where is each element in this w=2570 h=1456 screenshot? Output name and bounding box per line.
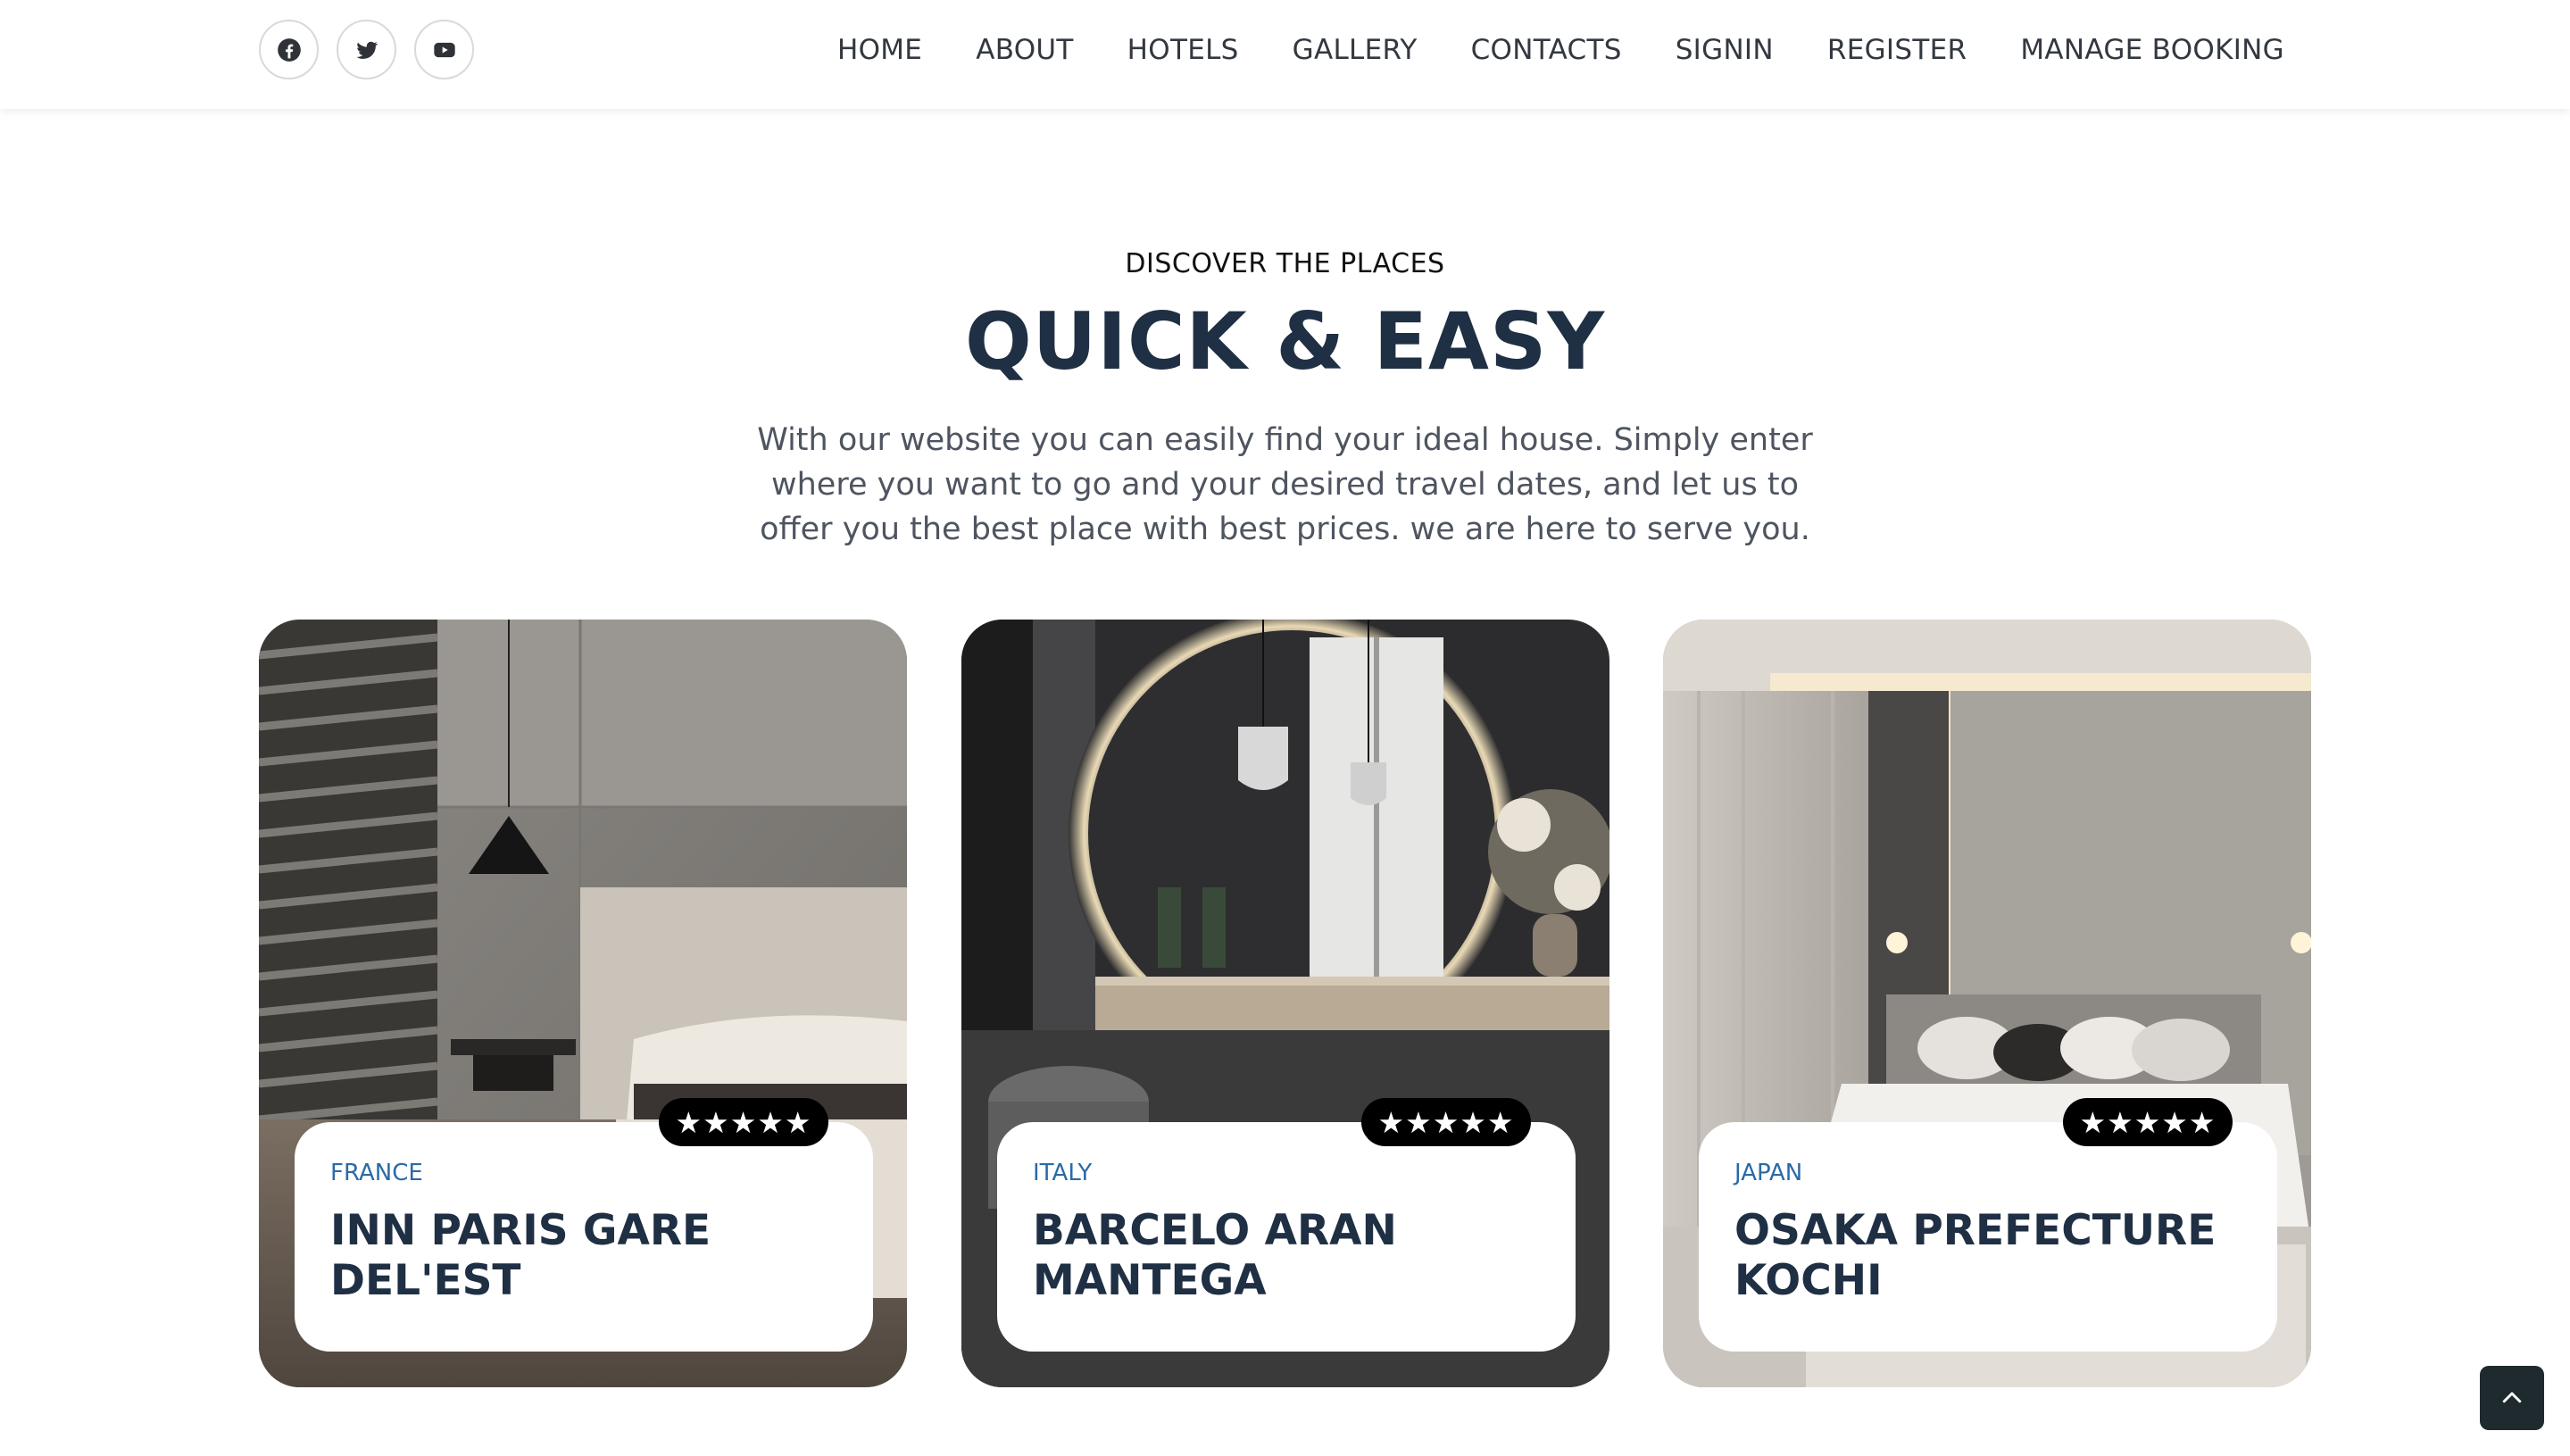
nav-gallery[interactable]: GALLERY: [1293, 34, 1418, 66]
youtube-icon: [433, 42, 455, 57]
nav-manage-booking[interactable]: MANAGE BOOKING: [2020, 34, 2284, 66]
youtube-button[interactable]: [414, 20, 474, 79]
nav-hotels[interactable]: HOTELS: [1127, 34, 1239, 66]
nav-register[interactable]: REGISTER: [1827, 34, 1967, 66]
nav-home[interactable]: HOME: [837, 34, 922, 66]
nav-signin[interactable]: SIGNIN: [1676, 34, 1774, 66]
hotel-info-panel: JAPAN OSAKA PREFECTURE KOCHI: [1699, 1122, 2277, 1352]
rating-badge: ★★★★★: [2063, 1098, 2233, 1146]
twitter-button[interactable]: [337, 20, 396, 79]
hotel-info-panel: ITALY BARCELO ARAN MANTEGA: [997, 1122, 1576, 1352]
hotel-name[interactable]: INN PARIS GARE DEL'EST: [330, 1206, 837, 1306]
hotel-country: JAPAN: [1734, 1160, 1803, 1186]
nav-contacts[interactable]: CONTACTS: [1471, 34, 1622, 66]
hotel-country: ITALY: [1033, 1160, 1093, 1186]
hotel-country: FRANCE: [330, 1160, 423, 1186]
social-links: [259, 20, 474, 79]
intro-section: DISCOVER THE PLACES QUICK & EASY With ou…: [0, 248, 2570, 552]
main-nav: HOME ABOUT HOTELS GALLERY CONTACTS SIGNI…: [837, 0, 2284, 100]
facebook-icon: [277, 37, 301, 62]
chevron-up-icon: [2502, 1392, 2522, 1403]
site-header: HOME ABOUT HOTELS GALLERY CONTACTS SIGNI…: [0, 0, 2570, 109]
rating-badge: ★★★★★: [1361, 1098, 1531, 1146]
hotel-name[interactable]: OSAKA PREFECTURE KOCHI: [1734, 1206, 2241, 1306]
back-to-top-button[interactable]: [2480, 1366, 2544, 1430]
facebook-button[interactable]: [259, 20, 319, 79]
section-eyebrow: DISCOVER THE PLACES: [1125, 248, 1445, 279]
rating-badge: ★★★★★: [659, 1098, 828, 1146]
twitter-icon: [355, 41, 378, 59]
hotel-info-panel: FRANCE INN PARIS GARE DEL'EST: [295, 1122, 873, 1352]
section-description: With our website you can easily find you…: [757, 421, 1813, 547]
section-headline: QUICK & EASY: [964, 295, 1606, 387]
nav-about[interactable]: ABOUT: [976, 34, 1073, 66]
hotel-name[interactable]: BARCELO ARAN MANTEGA: [1033, 1206, 1540, 1306]
